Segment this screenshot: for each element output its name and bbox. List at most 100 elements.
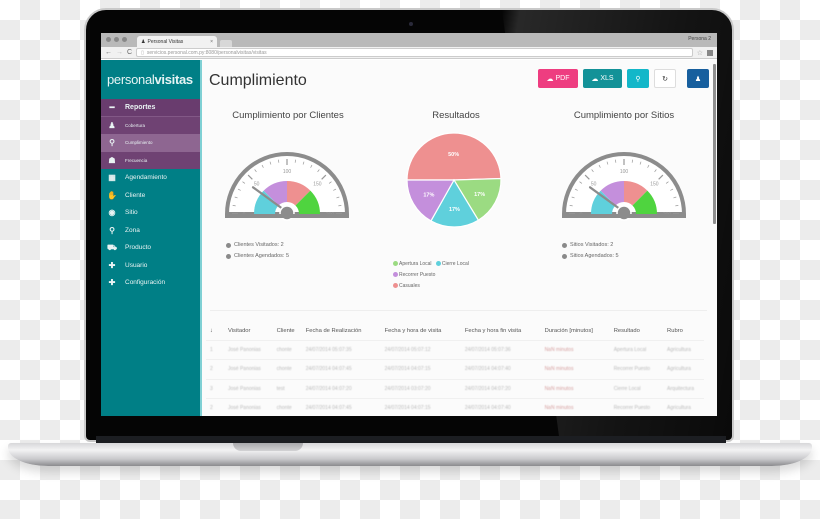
table-cell: NaN minutos: [540, 398, 610, 416]
table-row[interactable]: 3 José Panonias test 24/07/2014 04:07:20 24/…: [206, 378, 704, 399]
column-header[interactable]: Visitador: [224, 322, 273, 340]
export-pdf-button[interactable]: ☁ PDF: [538, 69, 578, 88]
address-bar[interactable]: ▯ servicios.personal.com.py:8080/persona…: [136, 48, 693, 57]
table-cell: 24/07/2014 04:07:15: [380, 398, 461, 416]
table-cell: 2: [206, 398, 224, 416]
sidebar-item-agendamiento[interactable]: ▦ Agendamiento: [101, 169, 200, 187]
laptop-notch: [233, 443, 303, 451]
sidebar-item-reportes[interactable]: ━ Reportes: [101, 99, 200, 117]
browser-tab[interactable]: ♟ Personal Visitas ×: [137, 36, 217, 47]
column-header[interactable]: Rubro: [663, 322, 704, 340]
app: personal visitas ━ Reportes ♟ Cobertura ⚲…: [101, 60, 717, 416]
legend-item[interactable]: Apertura Local: [393, 261, 432, 267]
table-row[interactable]: 2 José Panonias chonte 24/07/2014 04:07:45 2…: [206, 359, 704, 379]
column-header[interactable]: Resultado: [610, 322, 663, 340]
browser-menu-icon[interactable]: [707, 49, 713, 56]
sidebar-item-label: Cumplimiento: [125, 140, 153, 146]
brand-light: personal: [107, 72, 155, 87]
refresh-button[interactable]: ↻: [654, 69, 676, 88]
new-tab-button[interactable]: [220, 40, 232, 47]
table-row[interactable]: 2 José Panonias chonte 24/07/2014 04:07:45 2…: [206, 398, 704, 416]
pie-legend: Apertura Local Cierre Local Recorrer Pue…: [393, 259, 518, 292]
gauge-tick-label: 150: [313, 182, 322, 188]
forward-icon[interactable]: →: [116, 49, 123, 56]
calendar-icon: ▦: [108, 173, 116, 183]
brand-logo[interactable]: personal visitas: [101, 60, 200, 99]
maximize-window-button[interactable]: [122, 37, 127, 42]
user-icon: ♟: [694, 75, 702, 83]
table-cell: NaN minutos: [540, 359, 610, 379]
table-cell: chonte: [272, 398, 302, 416]
minus-icon: ━: [109, 102, 115, 112]
legend-label: Apertura Local: [399, 261, 432, 267]
legend-item[interactable]: Cierre Local: [435, 261, 469, 267]
sort-icon[interactable]: ↓: [206, 322, 224, 340]
table-cell: 24/07/2014 05:07:35: [301, 339, 381, 360]
table-cell: José Panonias: [224, 398, 273, 416]
reload-icon[interactable]: C: [127, 49, 132, 56]
table-cell: chonte: [272, 339, 302, 360]
table-row[interactable]: 1 José Panonias chonte 24/07/2014 05:07:35 2…: [206, 339, 704, 360]
legend-label: Clientes Agendados: 5: [234, 253, 290, 259]
table-cell: Recorrer Puesto: [609, 359, 664, 379]
legend-item[interactable]: Recorrer Puesto: [393, 272, 435, 278]
sidebar-item-label: Sitio: [125, 209, 138, 217]
pie-resultados: 50% 17% 17% 17%: [406, 132, 502, 228]
scrollbar[interactable]: [713, 64, 716, 224]
table-cell: 24/07/2014 03:07:20: [380, 378, 461, 399]
legend-item: Clientes Visitados: 2: [226, 242, 284, 248]
sidebar-item-label: Zona: [125, 226, 140, 234]
column-header[interactable]: Cliente: [273, 322, 302, 340]
legend-label: Clientes Visitados: 2: [234, 242, 284, 248]
sidebar-item-usuario[interactable]: ✚ Usuario: [101, 257, 200, 275]
page-title: Cumplimiento: [209, 72, 307, 89]
user-icon: ♟: [108, 120, 116, 130]
column-header[interactable]: Duración [minutos]: [541, 322, 610, 340]
sidebar-item-label: Agendamiento: [125, 174, 167, 182]
sidebar-item-label: Configuración: [125, 279, 166, 287]
bookmark-star-icon[interactable]: ☆: [697, 49, 703, 57]
hand-icon: ✋: [107, 190, 117, 200]
table-cell: Apertura Local: [609, 339, 664, 360]
legend-item[interactable]: Casuales: [393, 283, 420, 289]
minimize-window-button[interactable]: [114, 37, 119, 42]
back-icon[interactable]: ←: [105, 49, 112, 56]
legend-dot: [562, 253, 567, 259]
legend-swatch: [393, 272, 398, 278]
legend-label: Sitios Visitados: 2: [570, 242, 614, 248]
table-cell: 24/07/2014 04:07:20: [301, 378, 381, 399]
table-cell: 24/07/2014 04:07:40: [460, 359, 541, 379]
table-cell: Recorrer Puesto: [609, 398, 664, 416]
user-button[interactable]: ♟: [687, 69, 709, 88]
sidebar-item-configuracion[interactable]: ✚ Configuración: [101, 274, 200, 292]
profile-name[interactable]: Persona 2: [688, 36, 711, 42]
tab-close-icon[interactable]: ×: [210, 39, 213, 45]
sidebar-item-cumplimiento[interactable]: ⚲ Cumplimiento: [101, 134, 200, 152]
sidebar: personal visitas ━ Reportes ♟ Cobertura ⚲…: [101, 60, 200, 416]
table-cell: 24/07/2014 05:07:36: [460, 339, 541, 360]
sidebar-item-producto[interactable]: ⛟ Producto: [101, 239, 200, 257]
sidebar-item-frecuencia[interactable]: ☗ Frecuencia: [101, 151, 200, 169]
table-cell: 24/07/2014 04:07:40: [460, 398, 541, 416]
column-header[interactable]: Fecha y hora de visita: [381, 322, 461, 340]
column-header[interactable]: Fecha de Realización: [302, 322, 381, 340]
legend-swatch: [393, 283, 398, 289]
search-icon: ⚲: [635, 75, 641, 83]
table-cell: test: [272, 378, 302, 399]
search-button[interactable]: ⚲: [627, 69, 649, 88]
sidebar-item-cobertura[interactable]: ♟ Cobertura: [101, 116, 200, 134]
sidebar-item-sitio[interactable]: ◉ Sitio: [101, 204, 200, 222]
gauge-base: [562, 214, 686, 218]
table-cell: NaN minutos: [540, 339, 610, 360]
table-cell: José Panonias: [224, 378, 273, 399]
table-cell: Agricultura: [663, 339, 704, 360]
close-window-button[interactable]: [106, 37, 111, 42]
column-header[interactable]: Fecha y hora fin visita: [461, 322, 541, 340]
table-cell: 24/07/2014 04:07:45: [301, 359, 381, 379]
page-icon: ▯: [141, 49, 144, 56]
table-cell: José Panonias: [224, 339, 273, 360]
sidebar-item-cliente[interactable]: ✋ Cliente: [101, 187, 200, 205]
gauge-tick-label: 50: [591, 182, 597, 188]
sidebar-item-zona[interactable]: ⚲ Zona: [101, 222, 200, 240]
export-xls-button[interactable]: ☁ XLS: [583, 69, 622, 88]
